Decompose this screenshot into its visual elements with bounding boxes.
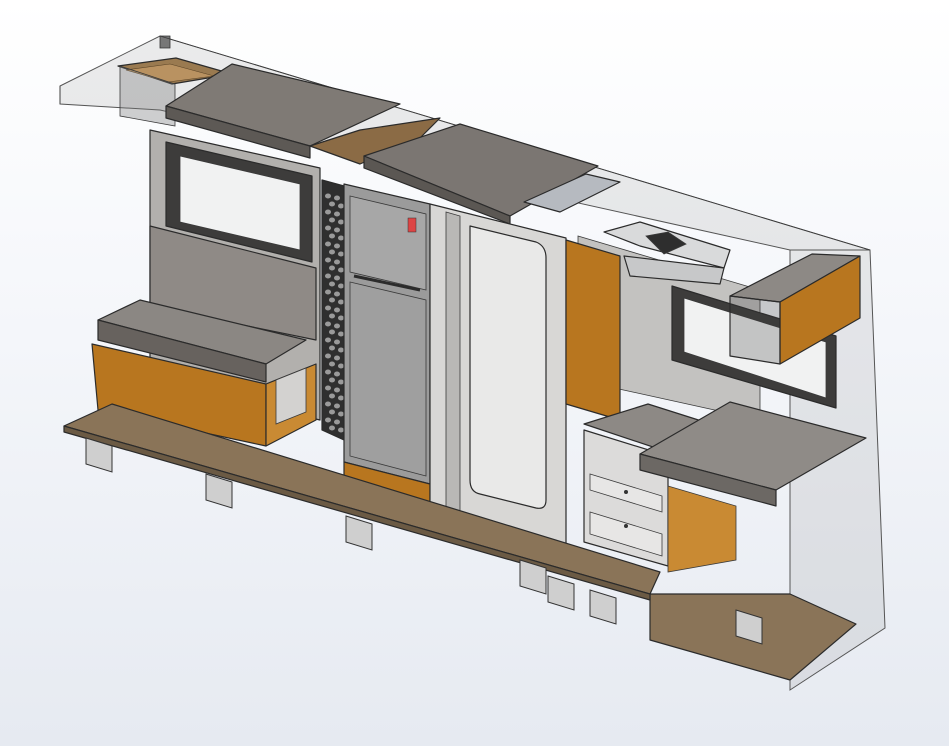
vent-hole — [329, 249, 335, 255]
vent-hole — [325, 417, 331, 423]
wood-partition — [565, 239, 621, 421]
vent-hole — [325, 225, 331, 231]
vent-hole — [329, 233, 335, 239]
vent-hole — [334, 371, 340, 377]
vent-hole — [325, 353, 331, 359]
vent-hole — [325, 321, 331, 327]
vent-hole — [325, 305, 331, 311]
vent-hole — [325, 289, 331, 295]
vent-hole — [338, 315, 344, 321]
vent-hole — [338, 299, 344, 305]
vent-hole — [329, 345, 335, 351]
vent-hole — [329, 329, 335, 335]
vent-hole — [334, 291, 340, 297]
vent-hole — [329, 265, 335, 271]
vent-hole — [334, 419, 340, 425]
support-block — [589, 589, 617, 625]
vent-hole — [338, 203, 344, 209]
vent-hole — [329, 377, 335, 383]
vent-hole — [325, 369, 331, 375]
vent-hole — [329, 201, 335, 207]
vent-hole — [325, 385, 331, 391]
vent-hole — [325, 257, 331, 263]
vent-hole — [329, 217, 335, 223]
vent-hole — [338, 427, 344, 433]
vent-hole — [325, 273, 331, 279]
vent-hole — [329, 393, 335, 399]
vent-hole — [338, 251, 344, 257]
fridge — [343, 183, 431, 505]
cad-viewport[interactable] — [0, 0, 949, 746]
ventilation-panel — [321, 179, 345, 441]
vent-hole — [338, 267, 344, 273]
vent-hole — [338, 411, 344, 417]
vent-hole — [329, 409, 335, 415]
vent-hole — [334, 387, 340, 393]
vent-hole — [334, 323, 340, 329]
vent-hole — [334, 195, 340, 201]
vent-hole — [334, 339, 340, 345]
support-block — [345, 515, 373, 551]
vent-hole — [325, 401, 331, 407]
vent-hole — [329, 361, 335, 367]
vent-hole — [334, 227, 340, 233]
vent-hole — [338, 379, 344, 385]
vent-hole — [329, 425, 335, 431]
vent-hole — [338, 331, 344, 337]
vent-hole — [325, 193, 331, 199]
camper-interior-model — [59, 35, 886, 691]
vent-hole — [338, 219, 344, 225]
vent-hole — [325, 337, 331, 343]
vent-hole — [334, 243, 340, 249]
vent-hole — [338, 235, 344, 241]
vent-hole — [334, 307, 340, 313]
vent-hole — [329, 313, 335, 319]
vent-hole — [338, 347, 344, 353]
vent-hole — [338, 395, 344, 401]
vent-hole — [334, 259, 340, 265]
vent-hole — [329, 281, 335, 287]
vent-hole — [325, 209, 331, 215]
vent-hole — [329, 297, 335, 303]
support-block — [547, 575, 575, 611]
vent-hole — [338, 283, 344, 289]
vent-hole — [338, 363, 344, 369]
vent-hole — [325, 241, 331, 247]
vent-hole — [334, 275, 340, 281]
shower-door — [429, 203, 567, 557]
vent-hole — [334, 403, 340, 409]
vent-hole — [334, 355, 340, 361]
vent-hole — [334, 211, 340, 217]
